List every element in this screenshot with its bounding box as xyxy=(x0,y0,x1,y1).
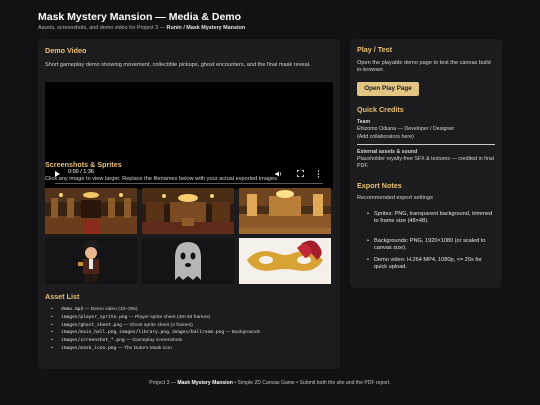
demo-video-heading: Demo Video xyxy=(45,46,87,55)
export-note: Backgrounds: PNG, 1920×1080 (or scaled t… xyxy=(374,238,486,252)
mask-icon[interactable] xyxy=(239,238,331,284)
player-sprite[interactable] xyxy=(45,238,137,284)
asset-description: — Gameplay screenshots xyxy=(124,338,183,344)
subtitle-prefix: Assets, screenshots, and demo video for … xyxy=(38,25,167,31)
page-header: Mask Mystery Mansion — Media & Demo Asse… xyxy=(38,11,508,31)
asset-filename: images/mask_icon.png xyxy=(61,345,117,351)
subtitle-project: Runin / Mask Mystery Mansion xyxy=(166,25,246,31)
video-time: 0:00 / 1:36 xyxy=(68,169,94,175)
play-test-description: Open the playable demo page to test the … xyxy=(357,60,491,74)
credits-divider xyxy=(357,144,495,145)
asset-list-heading: Asset List xyxy=(45,292,80,301)
export-note: Sprites: PNG, transparent background, tr… xyxy=(374,211,493,225)
list-item: • images/main_hall.png, images/library.pn… xyxy=(51,330,261,336)
page-subtitle: Assets, screenshots, and demo video for … xyxy=(38,25,508,31)
asset-description: — The Duke's Mask icon xyxy=(116,345,172,351)
list-item: • images/ghost_sheet.png — Ghost sprite s… xyxy=(51,322,193,328)
asset-filename: demo.mp4 xyxy=(61,307,84,312)
export-note: Demo video: H.264 MP4, 1080p, <= 20s for… xyxy=(374,257,482,271)
external-assets-text: Placeholder royalty-free SFX & textures … xyxy=(357,156,494,170)
screenshots-description: Click any image to view larger. Replace … xyxy=(45,176,279,182)
sidebar-panel: Play / Test Open the playable demo page … xyxy=(350,39,502,288)
library-screenshot[interactable] xyxy=(142,188,234,234)
list-item: • Backgrounds: PNG, 1920×1080 (or scaled … xyxy=(367,238,486,252)
asset-description: — Ghost sprite sheet (4 frames) xyxy=(121,322,193,328)
ghost-sprite[interactable] xyxy=(142,238,234,284)
screenshots-heading: Screenshots & Sprites xyxy=(45,160,122,169)
footer-project: Mask Mystery Mansion xyxy=(177,380,233,386)
list-item: • images/screenshot_*.png — Gameplay scre… xyxy=(51,338,183,344)
asset-filename: images/ballroom.png xyxy=(171,330,225,336)
media-panel: Demo Video Short gameplay demo showing m… xyxy=(38,39,340,369)
list-item: • images/player_sprite.png — Player sprit… xyxy=(51,314,211,320)
demo-video-description: Short gameplay demo showing movement, co… xyxy=(45,62,311,68)
page-footer: Project 3 — Mask Mystery Mansion • Simpl… xyxy=(0,380,540,386)
asset-description: — Player sprite sheet (48×48 frames) xyxy=(127,314,211,320)
asset-description: — Demo video (10–30s) xyxy=(83,307,138,312)
quick-credits-heading: Quick Credits xyxy=(357,105,404,114)
team-collaborators: (Add collaborators here) xyxy=(357,134,414,140)
asset-filename: images/screenshot_*.png xyxy=(61,338,125,344)
asset-filename: images/ghost_sheet.png xyxy=(61,322,122,328)
open-play-page-button[interactable]: Open Play Page xyxy=(357,82,419,96)
asset-description: — Backgrounds xyxy=(224,330,261,336)
page-title: Mask Mystery Mansion — Media & Demo xyxy=(38,11,242,23)
asset-filename: images/player_sprite.png xyxy=(61,314,128,320)
export-notes-heading: Export Notes xyxy=(357,181,402,190)
list-item: • Sprites: PNG, transparent background, t… xyxy=(367,211,493,225)
play-test-heading: Play / Test xyxy=(357,45,393,54)
list-item: • Demo video: H.264 MP4, 1080p, <= 20s fo… xyxy=(367,257,482,271)
ballroom-screenshot[interactable] xyxy=(239,188,331,234)
footer-prefix: Project 3 — xyxy=(149,380,178,386)
demo-video-player[interactable]: 0:00 / 1:36 xyxy=(45,82,333,189)
main-hall-screenshot[interactable] xyxy=(45,188,137,234)
asset-filename: images/main_hall.png xyxy=(61,330,117,336)
export-notes-intro: Recommended export settings xyxy=(357,195,433,201)
team-member: Ehizomo Odiana — Developer / Designer xyxy=(357,126,455,132)
list-item: • demo.mp4 — Demo video (10–30s) xyxy=(51,307,138,312)
asset-filename: images/library.png xyxy=(119,330,169,336)
asset-list: • demo.mp4 — Demo video (10–30s) • images/… xyxy=(51,306,336,353)
footer-suffix: • Simple 2D Canvas Game • Submit both th… xyxy=(232,380,391,386)
list-item: • images/mask_icon.png — The Duke's Mask … xyxy=(51,345,172,351)
